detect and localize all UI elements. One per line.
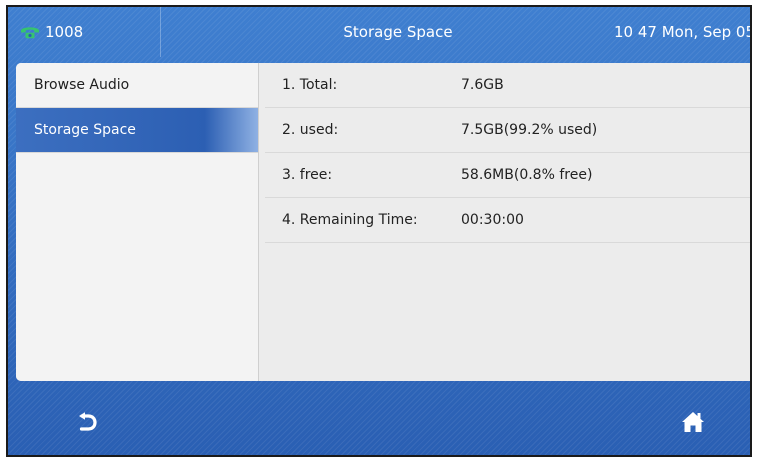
content-panel: Browse Audio Storage Space 1. Total: 7.6… [16, 63, 750, 381]
detail-value: 7.5GB(99.2% used) [461, 122, 598, 138]
detail-value: 00:30:00 [461, 212, 524, 228]
menu-item-storage-space[interactable]: Storage Space [16, 108, 258, 153]
menu-item-browse-audio[interactable]: Browse Audio [16, 63, 258, 108]
line-number: 1008 [45, 23, 84, 41]
detail-row-free: 3. free: 58.6MB(0.8% free) [265, 153, 750, 198]
detail-label: 2. used: [282, 122, 339, 138]
home-icon [682, 412, 704, 432]
detail-label: 1. Total: [282, 77, 338, 93]
detail-row-remaining-time: 4. Remaining Time: 00:30:00 [265, 198, 750, 243]
phone-screen: 1008 Storage Space 10 47 Mon, Sep 05 Bro… [6, 5, 752, 457]
left-menu: Browse Audio Storage Space [16, 63, 259, 381]
back-arrow-icon [79, 412, 97, 431]
detail-label: 3. free: [282, 167, 333, 183]
status-bar: 1008 Storage Space 10 47 Mon, Sep 05 [8, 7, 750, 57]
detail-value: 7.6GB [461, 77, 504, 93]
detail-value: 58.6MB(0.8% free) [461, 167, 593, 183]
clock-datetime: 10 47 Mon, Sep 05 [614, 23, 752, 41]
detail-row-total: 1. Total: 7.6GB [265, 63, 750, 108]
storage-details: 1. Total: 7.6GB 2. used: 7.5GB(99.2% use… [259, 63, 750, 381]
detail-label: 4. Remaining Time: [282, 212, 418, 228]
detail-row-used: 2. used: 7.5GB(99.2% used) [265, 108, 750, 153]
line-indicator[interactable]: 1008 [8, 7, 161, 57]
back-button[interactable] [74, 409, 100, 435]
home-button[interactable] [679, 408, 707, 436]
screen-title: Storage Space [343, 23, 453, 41]
phone-icon [20, 25, 40, 39]
softkey-bar [8, 381, 750, 455]
